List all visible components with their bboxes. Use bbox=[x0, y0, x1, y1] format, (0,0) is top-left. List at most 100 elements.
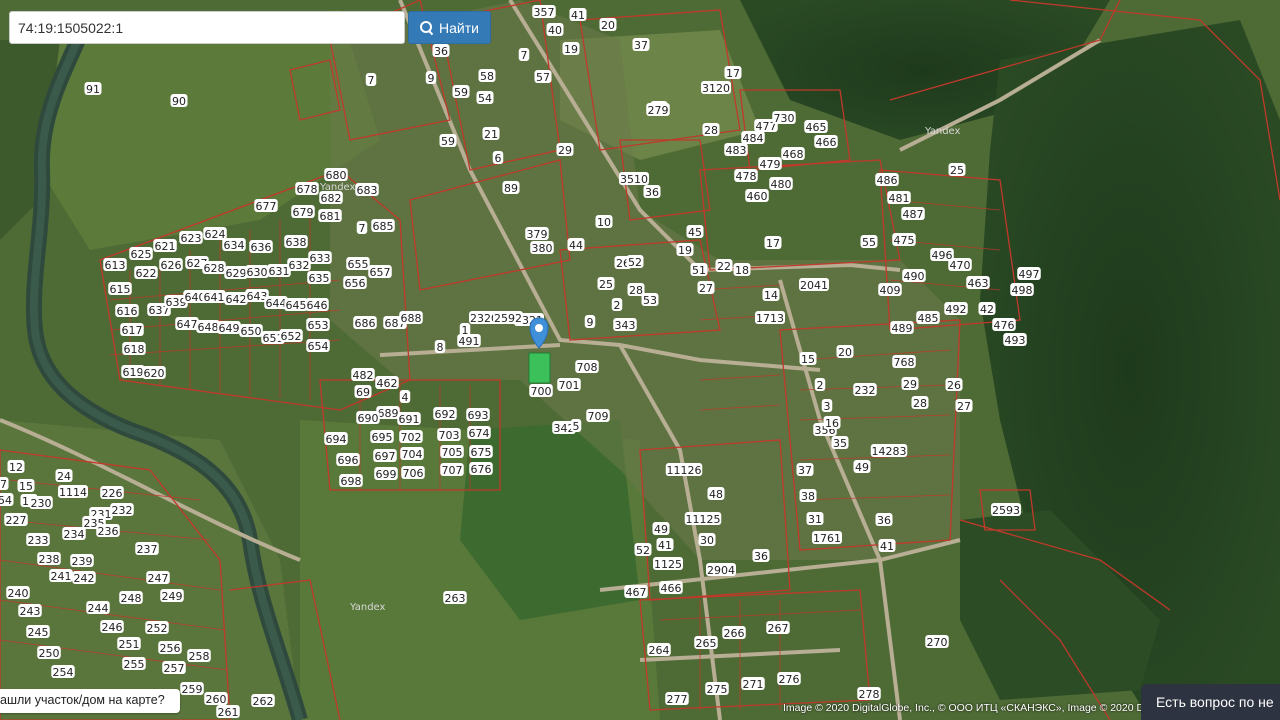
plot-number-text: 36 bbox=[434, 45, 448, 58]
plot-number-label: 709 bbox=[586, 409, 610, 423]
plot-number-label: 699 bbox=[374, 467, 398, 481]
plot-number-label: 15 bbox=[799, 352, 817, 366]
plot-number-label: 498 bbox=[1010, 283, 1034, 297]
plot-number-text: 468 bbox=[783, 148, 804, 161]
plot-number-text: 683 bbox=[357, 184, 378, 197]
plot-number-text: 498 bbox=[1012, 284, 1033, 297]
selected-plot[interactable] bbox=[528, 352, 551, 384]
plot-number-label: 3120 bbox=[701, 81, 731, 95]
plot-number-text: 59 bbox=[441, 135, 455, 148]
plot-number-label: 675 bbox=[469, 445, 493, 459]
plot-number-text: 644 bbox=[266, 297, 287, 310]
satellite-map[interactable]: Yandex Yandex Yandex 357 41 20 36 7 40 19 37 9 58… bbox=[0, 0, 1280, 720]
plot-number-label: 40 bbox=[546, 23, 564, 37]
plot-number-label: 683 bbox=[355, 183, 379, 197]
plot-number-label: 254 bbox=[51, 665, 75, 679]
plot-number-text: 475 bbox=[894, 234, 915, 247]
plot-number-text: 57 bbox=[536, 71, 550, 84]
map-canvas[interactable]: Yandex Yandex Yandex 357 412036 74019 379 58… bbox=[0, 0, 1280, 720]
plot-number-text: 466 bbox=[661, 582, 682, 595]
plot-number-text: 30 bbox=[700, 534, 714, 547]
plot-number-label: 490 bbox=[902, 269, 926, 283]
plot-number-text: 258 bbox=[189, 650, 210, 663]
plot-number-text: 634 bbox=[224, 239, 245, 252]
plot-number-text: 2041 bbox=[800, 279, 828, 292]
plot-number-label: 644 bbox=[264, 296, 288, 310]
plot-number-label: 625 bbox=[129, 247, 153, 261]
chat-widget-button[interactable]: Есть вопрос по не bbox=[1141, 684, 1280, 720]
plot-number-label: 696 bbox=[336, 453, 360, 467]
plot-number-text: 247 bbox=[148, 572, 169, 585]
plot-number-label: 233 bbox=[26, 533, 50, 547]
plot-number-text: 653 bbox=[308, 319, 329, 332]
plot-number-text: 36 bbox=[754, 550, 768, 563]
search-input[interactable]: 74:19:1505022:1 bbox=[9, 11, 405, 44]
plot-number-text: 7 bbox=[359, 222, 366, 235]
search-button[interactable]: Найти bbox=[408, 11, 491, 44]
plot-number-label: 237 bbox=[135, 542, 159, 556]
plot-number-text: 238 bbox=[39, 553, 60, 566]
plot-number-label: 53 bbox=[641, 293, 659, 307]
plot-number-text: 620 bbox=[144, 367, 165, 380]
plot-number-label: 641 bbox=[202, 290, 226, 304]
plot-number-text: 3120 bbox=[702, 82, 730, 95]
plot-number-text: 655 bbox=[348, 258, 369, 271]
plot-number-label: 9 bbox=[425, 71, 437, 85]
plot-number-label: 622 bbox=[134, 266, 158, 280]
plot-number-text: 3 bbox=[824, 400, 831, 413]
plot-number-text: 52 bbox=[636, 544, 650, 557]
plot-number-label: 7 bbox=[518, 48, 530, 62]
plot-number-label: 49 bbox=[853, 460, 871, 474]
plot-number-label: 646 bbox=[305, 298, 329, 312]
plot-number-text: 489 bbox=[892, 322, 913, 335]
plot-number-label: 642 bbox=[224, 292, 248, 306]
plot-number-text: 467 bbox=[626, 586, 647, 599]
plot-number-label: 704 bbox=[400, 447, 424, 461]
plot-number-text: 14283 bbox=[872, 445, 907, 458]
plot-number-label: 2041 bbox=[799, 278, 829, 292]
plot-number-text: 266 bbox=[724, 627, 745, 640]
plot-number-text: 703 bbox=[439, 429, 460, 442]
plot-number-text: 227 bbox=[6, 514, 27, 527]
plot-number-label: 15 bbox=[17, 479, 35, 493]
plot-number-label: 467 bbox=[624, 585, 648, 599]
plot-number-label: 698 bbox=[339, 474, 363, 488]
plot-number-label: 259 bbox=[180, 682, 204, 696]
plot-number-label: 245 bbox=[26, 625, 50, 639]
plot-number-text: 491 bbox=[459, 335, 480, 348]
plot-number-text: 492 bbox=[946, 303, 967, 316]
plot-number-label: 2 bbox=[814, 378, 826, 392]
plot-number-text: 688 bbox=[401, 312, 422, 325]
plot-number-label: 482 bbox=[351, 368, 375, 382]
plot-number-label: 69 bbox=[354, 385, 372, 399]
plot-number-text: 49 bbox=[855, 461, 869, 474]
plot-number-text: 7 bbox=[368, 74, 375, 87]
plot-number-label: 647 bbox=[175, 317, 199, 331]
plot-number-text: 681 bbox=[320, 210, 341, 223]
plot-number-text: 2 bbox=[817, 379, 824, 392]
plot-number-text: 678 bbox=[297, 183, 318, 196]
plot-number-text: 10 bbox=[597, 216, 611, 229]
plot-number-label: 25 bbox=[597, 277, 615, 291]
plot-number-text: 730 bbox=[774, 112, 795, 125]
plot-number-label: 619 bbox=[121, 365, 145, 379]
plot-number-text: 278 bbox=[859, 688, 880, 701]
plot-number-text: 279 bbox=[648, 104, 669, 117]
plot-number-text: 19 bbox=[678, 244, 692, 257]
plot-number-text: 674 bbox=[469, 427, 490, 440]
plot-number-text: 9 bbox=[428, 72, 435, 85]
plot-number-label: 250 bbox=[37, 646, 61, 660]
plot-number-label: 44 bbox=[567, 238, 585, 252]
plot-number-text: 29 bbox=[903, 378, 917, 391]
plot-number-label: 11125 bbox=[684, 512, 722, 526]
plot-number-text: 694 bbox=[326, 433, 347, 446]
plot-number-label: 234 bbox=[62, 527, 86, 541]
plot-number-label: 41 bbox=[656, 538, 674, 552]
plot-number-label: 242 bbox=[72, 571, 96, 585]
help-prompt[interactable]: ашли участок/дом на карте? bbox=[0, 689, 180, 713]
plot-number-label: 21 bbox=[482, 127, 500, 141]
plot-number-text: 691 bbox=[399, 413, 420, 426]
plot-number-label: 42 bbox=[978, 302, 996, 316]
plot-number-text: 696 bbox=[338, 454, 359, 467]
plot-number-label: 89 bbox=[502, 181, 520, 195]
